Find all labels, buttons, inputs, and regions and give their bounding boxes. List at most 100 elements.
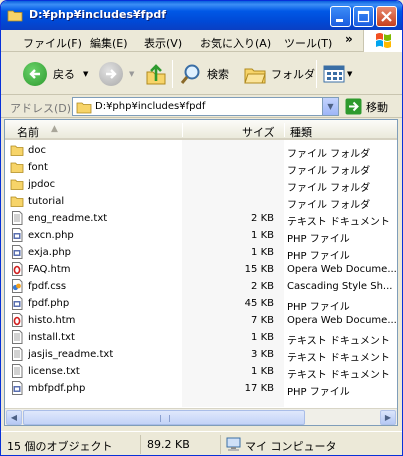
file-size: 45 KB xyxy=(244,298,274,309)
file-row[interactable]: eng_readme.txt 2 KB テキスト ドキュメント xyxy=(5,210,397,228)
file-row[interactable]: fpdf.css 2 KB Cascading Style Sh... xyxy=(5,278,397,295)
status-bar: 15 個のオブジェクト 89.2 KB マイ コンピュータ xyxy=(1,431,402,455)
php-file-icon xyxy=(10,381,24,395)
php-file-icon xyxy=(10,228,24,242)
scroll-thumb[interactable] xyxy=(23,410,305,425)
status-location-label: マイ コンピュータ xyxy=(245,440,337,453)
column-divider[interactable] xyxy=(284,123,285,137)
file-row[interactable]: license.txt 1 KB テキスト ドキュメント xyxy=(5,363,397,381)
column-header-size[interactable]: サイズ xyxy=(242,124,275,140)
file-row[interactable]: install.txt 1 KB テキスト ドキュメント xyxy=(5,329,397,347)
toolbar-separator xyxy=(316,60,317,88)
text-file-icon xyxy=(10,330,24,344)
forward-button[interactable]: ▼ xyxy=(99,59,134,89)
views-icon xyxy=(323,65,345,83)
file-size: 7 KB xyxy=(251,315,274,326)
file-name: eng_readme.txt xyxy=(28,213,108,224)
folder-icon xyxy=(10,143,24,157)
windows-flag-icon xyxy=(376,33,391,48)
close-button[interactable] xyxy=(376,6,397,27)
menu-tools[interactable]: ツール(T) xyxy=(284,35,332,51)
file-type: Opera Web Docume... xyxy=(287,264,397,275)
up-folder-button[interactable] xyxy=(145,59,167,89)
file-row[interactable]: FAQ.htm 15 KB Opera Web Docume... xyxy=(5,261,397,278)
file-size: 2 KB xyxy=(251,281,274,292)
search-label: 検索 xyxy=(207,68,229,81)
folders-button[interactable]: フォルダ xyxy=(243,59,315,89)
status-total-size: 89.2 KB xyxy=(143,435,221,454)
file-name: histo.htm xyxy=(28,315,76,326)
scroll-left-button[interactable]: ◀ xyxy=(6,410,22,425)
minimize-button[interactable] xyxy=(330,6,351,27)
file-type: Cascading Style Sh... xyxy=(287,281,393,292)
folder-icon xyxy=(76,102,92,114)
file-row[interactable]: doc ファイル フォルダ xyxy=(5,142,397,160)
views-dropdown-icon[interactable]: ▼ xyxy=(347,70,352,78)
menu-favorites[interactable]: お気に入り(A) xyxy=(200,35,271,51)
file-row[interactable]: histo.htm 7 KB Opera Web Docume... xyxy=(5,312,397,329)
title-bar[interactable]: D:¥php¥includes¥fpdf xyxy=(1,1,402,30)
file-row[interactable]: font ファイル フォルダ xyxy=(5,159,397,177)
menu-file[interactable]: ファイル(F) xyxy=(23,35,82,51)
file-name: mbfpdf.php xyxy=(28,383,86,394)
file-row[interactable]: excn.php 1 KB PHP ファイル xyxy=(5,227,397,245)
back-arrow-icon xyxy=(23,62,47,86)
file-type: PHP ファイル xyxy=(287,302,350,313)
file-name: jasjis_readme.txt xyxy=(28,349,114,360)
menu-bar: ファイル(F) 編集(E) 表示(V) お気に入り(A) ツール(T) » xyxy=(1,30,402,52)
search-button[interactable]: 検索 xyxy=(179,59,229,89)
windows-logo xyxy=(363,30,402,52)
file-name: fpdf.php xyxy=(28,298,70,309)
file-name: excn.php xyxy=(28,230,74,241)
folders-label: フォルダ xyxy=(271,68,315,81)
scroll-right-button[interactable]: ▶ xyxy=(380,410,396,425)
file-row[interactable]: fpdf.php 45 KB PHP ファイル xyxy=(5,295,397,313)
column-header-row: 名前 ▲ サイズ 種類 xyxy=(5,120,397,140)
folder-icon xyxy=(10,177,24,191)
file-name: doc xyxy=(28,145,46,156)
views-button[interactable]: ▼ xyxy=(323,59,352,89)
opera-html-icon xyxy=(10,313,24,327)
file-row[interactable]: exja.php 1 KB PHP ファイル xyxy=(5,244,397,262)
menu-edit[interactable]: 編集(E) xyxy=(90,35,128,51)
file-type: テキスト ドキュメント xyxy=(287,336,390,347)
css-file-icon xyxy=(10,279,24,293)
sort-ascending-icon: ▲ xyxy=(51,124,58,134)
close-icon xyxy=(381,11,392,22)
text-file-icon xyxy=(10,211,24,225)
go-button[interactable]: 移動 xyxy=(345,97,388,116)
back-button[interactable]: 戻る ▼ xyxy=(23,59,88,89)
file-row[interactable]: jpdoc ファイル フォルダ xyxy=(5,176,397,194)
back-dropdown-icon[interactable]: ▼ xyxy=(83,70,88,78)
file-list: 名前 ▲ サイズ 種類 doc ファイル フォルダ font ファイル フォルダ jpd… xyxy=(4,119,398,426)
folder-icon xyxy=(7,10,23,22)
maximize-button[interactable] xyxy=(353,6,374,27)
file-size: 1 KB xyxy=(251,366,274,377)
file-type: ファイル フォルダ xyxy=(287,166,371,177)
text-file-icon xyxy=(10,364,24,378)
menu-view[interactable]: 表示(V) xyxy=(144,35,182,51)
window-title: D:¥php¥includes¥fpdf xyxy=(29,8,166,21)
forward-dropdown-icon[interactable]: ▼ xyxy=(129,70,134,78)
toolbar: 戻る ▼ ▼ 検索 フォルダ ▼ xyxy=(1,52,402,95)
my-computer-icon xyxy=(226,437,241,451)
file-row[interactable]: tutorial ファイル フォルダ xyxy=(5,193,397,211)
file-type: ファイル フォルダ xyxy=(287,149,371,160)
file-name: exja.php xyxy=(28,247,72,258)
file-row[interactable]: mbfpdf.php 17 KB PHP ファイル xyxy=(5,380,397,398)
address-label: アドレス(D) xyxy=(10,102,72,115)
menu-more-chevron[interactable]: » xyxy=(345,32,353,46)
file-size: 1 KB xyxy=(251,332,274,343)
file-size: 3 KB xyxy=(251,349,274,360)
address-dropdown-icon[interactable]: ▼ xyxy=(322,98,338,115)
column-header-name[interactable]: 名前 xyxy=(17,124,39,140)
column-divider[interactable] xyxy=(182,123,183,137)
address-input[interactable]: D:¥php¥includes¥fpdf ▼ xyxy=(72,97,339,116)
horizontal-scrollbar[interactable]: ◀ ▶ xyxy=(5,408,397,425)
file-row[interactable]: jasjis_readme.txt 3 KB テキスト ドキュメント xyxy=(5,346,397,364)
file-name: font xyxy=(28,162,48,173)
folders-icon xyxy=(244,68,266,84)
explorer-window: D:¥php¥includes¥fpdf ファイル(F) 編集(E) 表示(V)… xyxy=(0,0,403,456)
column-header-type[interactable]: 種類 xyxy=(290,124,312,140)
file-name: fpdf.css xyxy=(28,281,67,292)
